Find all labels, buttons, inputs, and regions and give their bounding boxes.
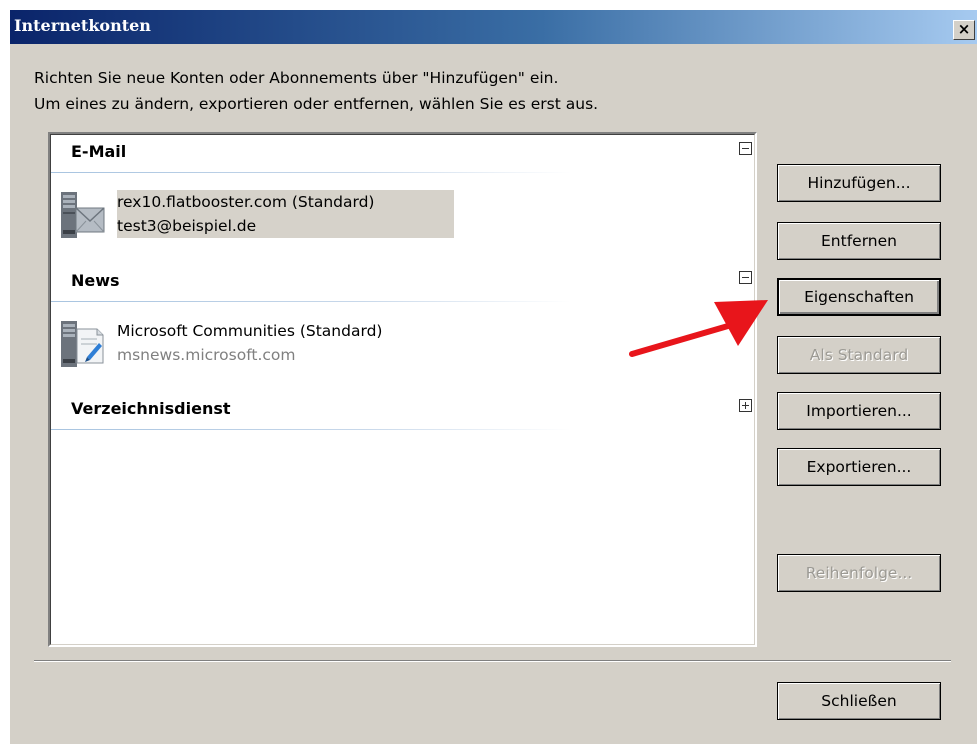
account-detail-email: test3@beispiel.de xyxy=(117,217,257,235)
title-bar[interactable]: Internetkonten × xyxy=(10,10,977,44)
set-default-button[interactable]: Als Standard xyxy=(777,336,941,374)
order-button[interactable]: Reihenfolge... xyxy=(777,554,941,592)
accounts-list[interactable]: E-Mail rex10.flatbooster.com (Standard) … xyxy=(48,132,757,647)
mail-server-icon xyxy=(61,192,105,238)
group-divider-email xyxy=(51,172,571,173)
account-detail-news: msnews.microsoft.com xyxy=(117,346,296,364)
expand-directory-toggle[interactable] xyxy=(739,399,752,412)
account-name-email: rex10.flatbooster.com (Standard) xyxy=(117,193,375,211)
account-text-email: rex10.flatbooster.com (Standard) test3@b… xyxy=(117,190,455,238)
internet-accounts-dialog: Internetkonten × Richten Sie neue Konten… xyxy=(10,10,977,744)
close-window-button[interactable]: × xyxy=(953,20,975,40)
group-divider-news xyxy=(51,301,571,302)
window-title: Internetkonten xyxy=(14,16,151,35)
account-name-news: Microsoft Communities (Standard) xyxy=(117,322,383,340)
description-line-1: Richten Sie neue Konten oder Abonnements… xyxy=(34,69,559,87)
group-header-email: E-Mail xyxy=(71,142,127,161)
collapse-news-toggle[interactable] xyxy=(739,271,752,284)
bottom-separator xyxy=(34,660,951,662)
collapse-email-toggle[interactable] xyxy=(739,142,752,155)
remove-button[interactable]: Entfernen xyxy=(777,222,941,260)
add-button[interactable]: Hinzufügen... xyxy=(777,164,941,202)
group-header-directory: Verzeichnisdienst xyxy=(71,399,231,418)
close-button[interactable]: Schließen xyxy=(777,682,941,720)
group-divider-directory xyxy=(51,429,571,430)
account-text-news: Microsoft Communities (Standard) msnews.… xyxy=(117,319,382,367)
export-button[interactable]: Exportieren... xyxy=(777,448,941,486)
import-button[interactable]: Importieren... xyxy=(777,392,941,430)
accounts-list-frame: E-Mail rex10.flatbooster.com (Standard) … xyxy=(50,134,755,645)
description-line-2: Um eines zu ändern, exportieren oder ent… xyxy=(34,95,599,113)
properties-button[interactable]: Eigenschaften xyxy=(777,278,941,316)
news-server-icon xyxy=(61,321,104,367)
group-header-news: News xyxy=(71,271,120,290)
